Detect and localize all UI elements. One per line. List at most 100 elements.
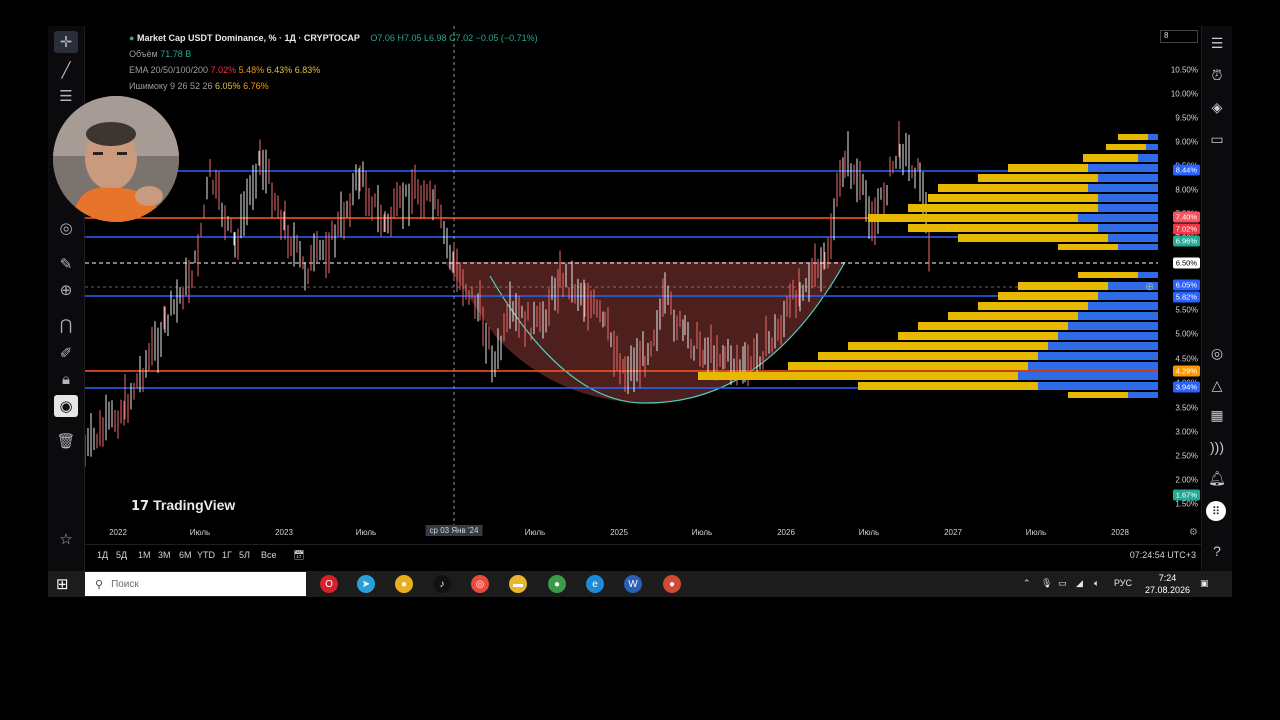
taskbar-time: 7:24: [1158, 573, 1177, 583]
chart-area[interactable]: ⊕ ● Market Cap USDT Dominance, % · 1Д · …: [84, 26, 1158, 544]
volume-profile-bar-blue: [1018, 372, 1158, 380]
range-button-8[interactable]: Все: [261, 550, 277, 560]
price-level-label: 6.50%: [1172, 257, 1200, 269]
axis-settings-icon[interactable]: ⚙: [1189, 527, 1198, 538]
target-icon[interactable]: ◎: [1206, 342, 1228, 364]
help-icon[interactable]: ?: [1206, 540, 1228, 562]
price-axis-input[interactable]: 8: [1160, 30, 1198, 43]
wifi-icon[interactable]: ◢: [1076, 578, 1083, 589]
trash-icon[interactable]: 🗑︎: [54, 430, 78, 452]
ohlc-change: −0.05 (−0.71%): [475, 33, 538, 43]
ichimoku-value-1: 6.05%: [215, 81, 241, 91]
volume-profile-bar-yellow: [998, 292, 1098, 300]
price-level-label: 7.40%: [1172, 211, 1200, 223]
taskbar-app-word-icon[interactable]: W: [624, 575, 642, 593]
date-range-icon[interactable]: 📅︎: [293, 550, 304, 561]
price-tick: 5.00%: [1175, 329, 1198, 339]
volume-profile-bar-blue: [1108, 234, 1158, 242]
price-chart[interactable]: ⊕: [84, 26, 1158, 544]
ruler-icon[interactable]: ✎: [54, 253, 78, 275]
taskbar-app-chrome-icon[interactable]: ●: [395, 575, 413, 593]
ichimoku-value-2: 6.76%: [243, 81, 269, 91]
range-button-0[interactable]: 1Д: [97, 550, 108, 560]
symbol-title[interactable]: Market Cap USDT Dominance, % · 1Д · CRYP…: [137, 33, 360, 43]
layers-icon[interactable]: ◈: [1206, 96, 1228, 118]
time-tick: Июль: [355, 528, 377, 537]
volume-profile-bar-blue: [1098, 194, 1158, 202]
volume-label[interactable]: Объём: [129, 49, 158, 59]
range-button-5[interactable]: YTD: [197, 550, 215, 560]
range-button-6[interactable]: 1Г: [222, 550, 232, 560]
taskbar-clock[interactable]: 7:24 27.08.2026: [1145, 572, 1190, 596]
alarm-clock-icon[interactable]: ⏰︎: [1206, 64, 1228, 86]
price-tick: 3.50%: [1175, 403, 1198, 413]
range-button-4[interactable]: 6М: [179, 550, 192, 560]
volume-profile-bar-yellow: [1118, 134, 1148, 140]
ema-label[interactable]: EMA 20/50/100/200: [129, 65, 208, 75]
taskbar-app-chrome-2-icon[interactable]: ●: [548, 575, 566, 593]
time-axis[interactable]: 2022 Июль 2023 Июль Июль 2025 Июль 2026 Июль 2027…: [85, 524, 1202, 544]
calendar-icon[interactable]: ▦: [1206, 404, 1228, 426]
taskbar-app-app-red-icon[interactable]: ◎: [471, 575, 489, 593]
crosshair-icon[interactable]: ✛: [54, 31, 78, 53]
range-button-1[interactable]: 5Д: [116, 550, 127, 560]
price-level-label: 6.05%: [1172, 279, 1200, 291]
pencil-lock-icon[interactable]: ✐: [54, 342, 78, 364]
volume-icon[interactable]: 🔈︎: [1094, 578, 1099, 589]
price-tick: 2.50%: [1175, 451, 1198, 461]
taskbar-app-edge-icon[interactable]: e: [586, 575, 604, 593]
taskbar-app-explorer-icon[interactable]: ▬: [509, 575, 527, 593]
bell-icon[interactable]: 🔔︎: [1206, 467, 1228, 489]
fib-tool-icon[interactable]: ☰: [54, 85, 78, 107]
language-indicator[interactable]: РУС: [1114, 578, 1132, 588]
windows-start-icon[interactable]: ⊞: [56, 575, 74, 593]
magnet-icon[interactable]: ⋂: [54, 314, 78, 336]
time-tick: 2022: [109, 528, 127, 537]
range-button-7[interactable]: 5Л: [239, 550, 250, 560]
watchlist-icon[interactable]: ☰: [1206, 32, 1228, 54]
range-button-2[interactable]: 1М: [138, 550, 151, 560]
price-axis[interactable]: 8 10.50%10.00%9.50%9.00%8.50%8.00%7.50%7…: [1158, 26, 1202, 544]
price-tick: 10.50%: [1170, 65, 1198, 75]
volume-profile-bar-blue: [1088, 302, 1158, 310]
volume-profile-bar-yellow: [858, 382, 1038, 390]
chart-clock[interactable]: 07:24:54 UTC+3: [1130, 550, 1196, 560]
volume-profile-bar-yellow: [978, 174, 1098, 182]
star-icon[interactable]: ☆: [54, 528, 78, 550]
volume-profile-bar-blue: [1048, 342, 1158, 350]
volume-profile-bar-yellow: [1058, 244, 1118, 250]
notification-icon[interactable]: ▣: [1200, 578, 1209, 589]
volume-profile-bar-yellow: [898, 332, 1058, 340]
microphone-icon[interactable]: 🎙︎: [1041, 578, 1052, 589]
price-level-label: 7.02%: [1172, 223, 1200, 235]
price-level-label: 5.82%: [1172, 291, 1200, 303]
apps-grid-icon[interactable]: ⠿: [1206, 501, 1226, 521]
volume-profile-bar-yellow: [908, 224, 1098, 232]
taskbar-app-chrome-3-icon[interactable]: ●: [663, 575, 681, 593]
time-tick: Июль: [1025, 528, 1047, 537]
tray-chevron-icon[interactable]: ⌃: [1023, 578, 1031, 589]
ichimoku-label[interactable]: Ишимоку 9 26 52 26: [129, 81, 213, 91]
triangle-icon[interactable]: △: [1206, 374, 1228, 396]
chat-icon[interactable]: ▭: [1206, 128, 1228, 150]
taskbar-app-tiktok-icon[interactable]: ♪: [433, 575, 451, 593]
volume-profile-bar-yellow: [948, 312, 1078, 320]
trend-line-icon[interactable]: ╱: [54, 59, 78, 81]
lock-icon[interactable]: 🔒︎: [54, 368, 78, 390]
taskbar-app-telegram-icon[interactable]: ➤: [357, 575, 375, 593]
feed-icon[interactable]: ))): [1206, 436, 1228, 458]
zoom-icon[interactable]: ⊕: [54, 279, 78, 301]
volume-profile-bar-blue: [1128, 392, 1158, 398]
symbol-icon[interactable]: ●: [129, 33, 134, 43]
taskbar-search[interactable]: ⚲ Поиск: [85, 572, 306, 596]
price-tick: 2.00%: [1175, 475, 1198, 485]
volume-profile-bar-yellow: [1106, 144, 1146, 150]
measure-icon[interactable]: ◎: [54, 217, 78, 239]
taskbar-app-opera-icon[interactable]: O: [320, 575, 338, 593]
price-tick: 5.50%: [1175, 305, 1198, 315]
range-button-3[interactable]: 3М: [158, 550, 171, 560]
crosshair-time-label: ср 03 Янв '24: [425, 525, 483, 536]
tradingview-logo: 𝟭𝟳 TradingView: [131, 497, 235, 514]
eye-icon[interactable]: ◉: [54, 395, 78, 417]
network-icon[interactable]: ▭: [1058, 578, 1067, 589]
